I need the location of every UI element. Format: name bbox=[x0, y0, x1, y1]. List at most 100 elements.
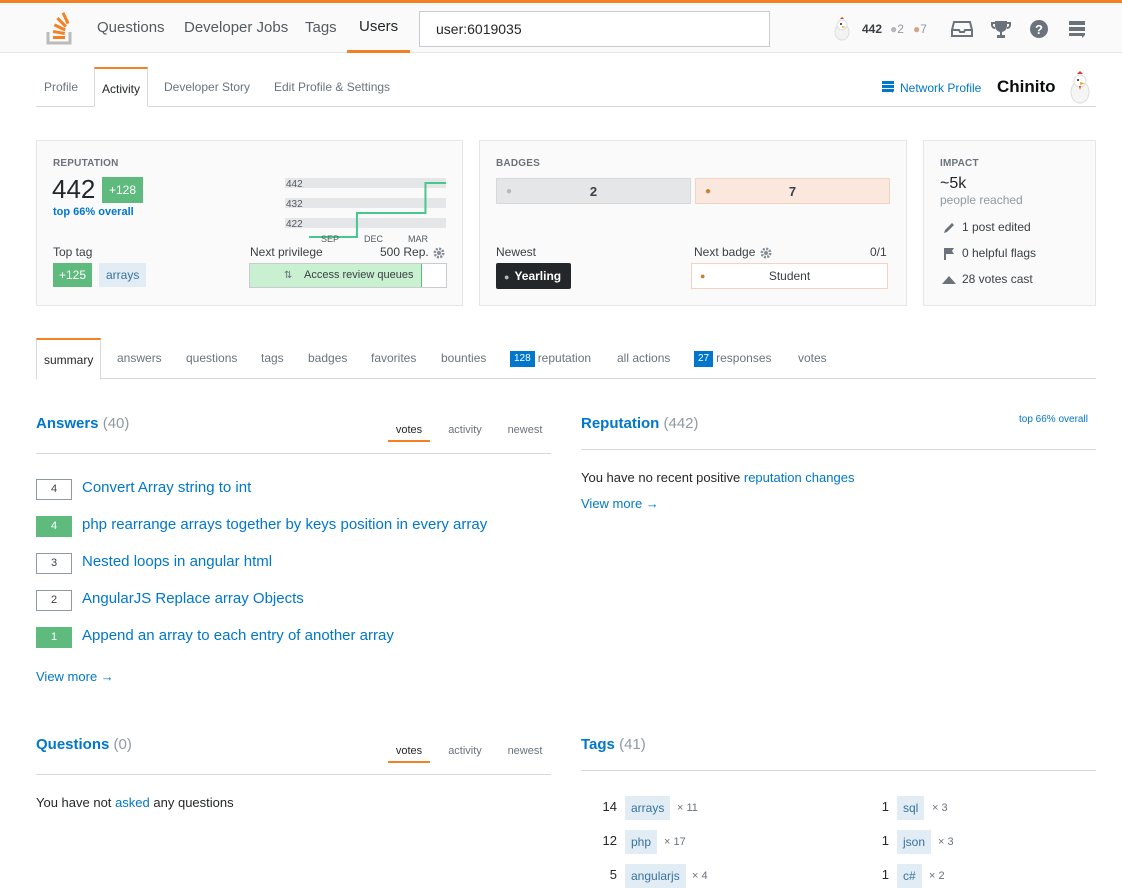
post-tag[interactable]: c# bbox=[897, 864, 922, 888]
tab-bounties[interactable]: bounties bbox=[434, 338, 493, 380]
next-privilege-rep: 500 Rep. bbox=[380, 245, 429, 259]
network-profile-link[interactable]: Network Profile bbox=[900, 81, 981, 95]
silver-badges-count: 2 bbox=[589, 184, 598, 199]
post-tag[interactable]: php bbox=[625, 830, 658, 854]
tab-favorites[interactable]: favorites bbox=[364, 338, 423, 380]
answers-sort-newest[interactable]: newest bbox=[500, 418, 550, 442]
tags-title[interactable]: Tags (41) bbox=[581, 736, 646, 753]
reputation-view-more[interactable]: View more → bbox=[581, 496, 659, 511]
tab-votes[interactable]: votes bbox=[791, 338, 834, 380]
tab-answers[interactable]: answers bbox=[110, 338, 169, 380]
inbox-icon[interactable] bbox=[951, 19, 973, 39]
reputation-rank-link[interactable]: top 66% overall bbox=[1019, 414, 1088, 425]
nav-developer-jobs[interactable]: Developer Jobs bbox=[184, 3, 288, 53]
chart-band bbox=[285, 198, 446, 208]
answers-view-more[interactable]: View more → bbox=[36, 669, 114, 684]
answers-divider bbox=[36, 453, 551, 454]
reputation-chart: 442432422SEPDECMARJUN bbox=[285, 178, 446, 244]
tab-tags[interactable]: tags bbox=[254, 338, 291, 380]
tab-questions[interactable]: questions bbox=[179, 338, 244, 380]
tag-post-count: × 11 bbox=[677, 802, 698, 814]
answers-sort-activity[interactable]: activity bbox=[440, 418, 490, 442]
badges-card: BADGES ● 2 ● 7 Newest ● Yearling Next bad… bbox=[479, 140, 907, 306]
answer-link[interactable]: AngularJS Replace array Objects bbox=[82, 590, 304, 607]
top-bronze[interactable]: ●7 bbox=[913, 22, 927, 36]
tab-summary[interactable]: summary bbox=[36, 338, 102, 380]
answers-sort-votes[interactable]: votes bbox=[388, 418, 430, 442]
stackoverflow-logo-icon[interactable] bbox=[46, 12, 74, 46]
tab-edit-profile[interactable]: Edit Profile & Settings bbox=[267, 67, 397, 107]
site-switcher-icon[interactable] bbox=[1067, 19, 1089, 39]
silver-badges-button[interactable]: ● 2 bbox=[496, 178, 691, 204]
newest-badge[interactable]: ● Yearling bbox=[496, 263, 572, 289]
achievements-icon[interactable] bbox=[990, 19, 1012, 39]
post-tag[interactable]: json bbox=[897, 830, 932, 854]
tab-profile[interactable]: Profile bbox=[37, 67, 85, 107]
answer-link[interactable]: php rearrange arrays together by keys po… bbox=[82, 516, 487, 533]
post-tag[interactable]: sql bbox=[897, 796, 925, 820]
reputation-changes-link[interactable]: reputation changes bbox=[744, 470, 855, 485]
tag-post-count: × 3 bbox=[932, 802, 948, 814]
tab-activity[interactable]: Activity bbox=[94, 67, 149, 107]
reputation-change-badge[interactable]: +128 bbox=[102, 177, 144, 203]
tab-badges[interactable]: badges bbox=[301, 338, 354, 380]
reputation-title[interactable]: Reputation (442) bbox=[581, 415, 699, 432]
votes-cast: 28 votes cast bbox=[942, 272, 1033, 287]
asked-link[interactable]: asked bbox=[115, 795, 150, 810]
help-icon[interactable]: ? bbox=[1029, 19, 1051, 39]
tab-reputation[interactable]: 128 reputation bbox=[503, 338, 598, 380]
username: Chinito bbox=[997, 77, 1056, 96]
settings-gear-icon[interactable] bbox=[433, 247, 445, 259]
next-badge-label: Next badge bbox=[694, 245, 756, 259]
answer-score: 2 bbox=[36, 590, 72, 611]
questions-sort-votes[interactable]: votes bbox=[388, 739, 430, 763]
questions-divider bbox=[36, 774, 551, 775]
tab-responses[interactable]: 27 responses bbox=[687, 338, 779, 380]
answer-link[interactable]: Convert Array string to int bbox=[82, 479, 251, 496]
reputation-rank[interactable]: top 66% overall bbox=[53, 206, 134, 218]
answer-score: 3 bbox=[36, 553, 72, 574]
answer-score-accepted: 4 bbox=[36, 516, 72, 537]
avatar[interactable] bbox=[831, 17, 853, 41]
nav-users[interactable]: Users bbox=[347, 3, 411, 53]
questions-count: (0) bbox=[113, 736, 132, 753]
badge-settings-gear-icon[interactable] bbox=[760, 247, 772, 259]
answers-title[interactable]: Answers (40) bbox=[36, 415, 129, 432]
posts-edited: 1 post edited bbox=[942, 220, 1031, 235]
chart-y-tick: 432 bbox=[286, 199, 303, 210]
chart-y-tick: 422 bbox=[286, 219, 303, 230]
questions-sort-newest[interactable]: newest bbox=[500, 739, 550, 763]
newest-label: Newest bbox=[496, 245, 537, 259]
top-tag[interactable]: arrays bbox=[99, 263, 147, 287]
tag-score: 1 bbox=[881, 867, 889, 882]
bronze-count: 7 bbox=[920, 22, 927, 36]
reputation-count: (442) bbox=[663, 415, 699, 432]
reputation-card: REPUTATION 442 +128 top 66% overall 442 4… bbox=[36, 140, 463, 306]
silver-count: 2 bbox=[897, 22, 904, 36]
chart-x-tick: DEC bbox=[364, 234, 384, 244]
top-rep[interactable]: 442 bbox=[862, 22, 882, 36]
people-reached-label: people reached bbox=[940, 193, 1023, 207]
reputation-value: 442 bbox=[52, 174, 96, 204]
top-tag-label: Top tag bbox=[53, 245, 93, 259]
answer-link[interactable]: Append an array to each entry of another… bbox=[82, 627, 394, 644]
questions-sort-activity[interactable]: activity bbox=[440, 739, 490, 763]
reputation-empty-text: You have no recent positive reputation c… bbox=[581, 470, 854, 485]
reputation-card-title: REPUTATION bbox=[53, 158, 119, 169]
tab-all-actions[interactable]: all actions bbox=[610, 338, 677, 380]
nav-questions[interactable]: Questions bbox=[97, 3, 165, 53]
search-input[interactable] bbox=[419, 11, 770, 47]
privilege-progress-bar[interactable]: ⇅ Access review queues bbox=[249, 263, 447, 288]
nav-tags[interactable]: Tags bbox=[305, 3, 337, 53]
questions-title[interactable]: Questions (0) bbox=[36, 736, 132, 753]
bronze-badges-count: 7 bbox=[788, 184, 797, 199]
answer-score: 4 bbox=[36, 479, 72, 500]
post-tag[interactable]: arrays bbox=[625, 796, 671, 820]
tab-developer-story[interactable]: Developer Story bbox=[157, 67, 257, 107]
bronze-badges-button[interactable]: ● 7 bbox=[695, 178, 890, 204]
post-tag[interactable]: angularjs bbox=[625, 864, 686, 888]
answer-link[interactable]: Nested loops in angular html bbox=[82, 553, 272, 570]
answer-score-accepted: 1 bbox=[36, 627, 72, 648]
next-badge-button[interactable]: ● Student bbox=[691, 263, 888, 289]
top-silver[interactable]: ●2 bbox=[890, 22, 904, 36]
